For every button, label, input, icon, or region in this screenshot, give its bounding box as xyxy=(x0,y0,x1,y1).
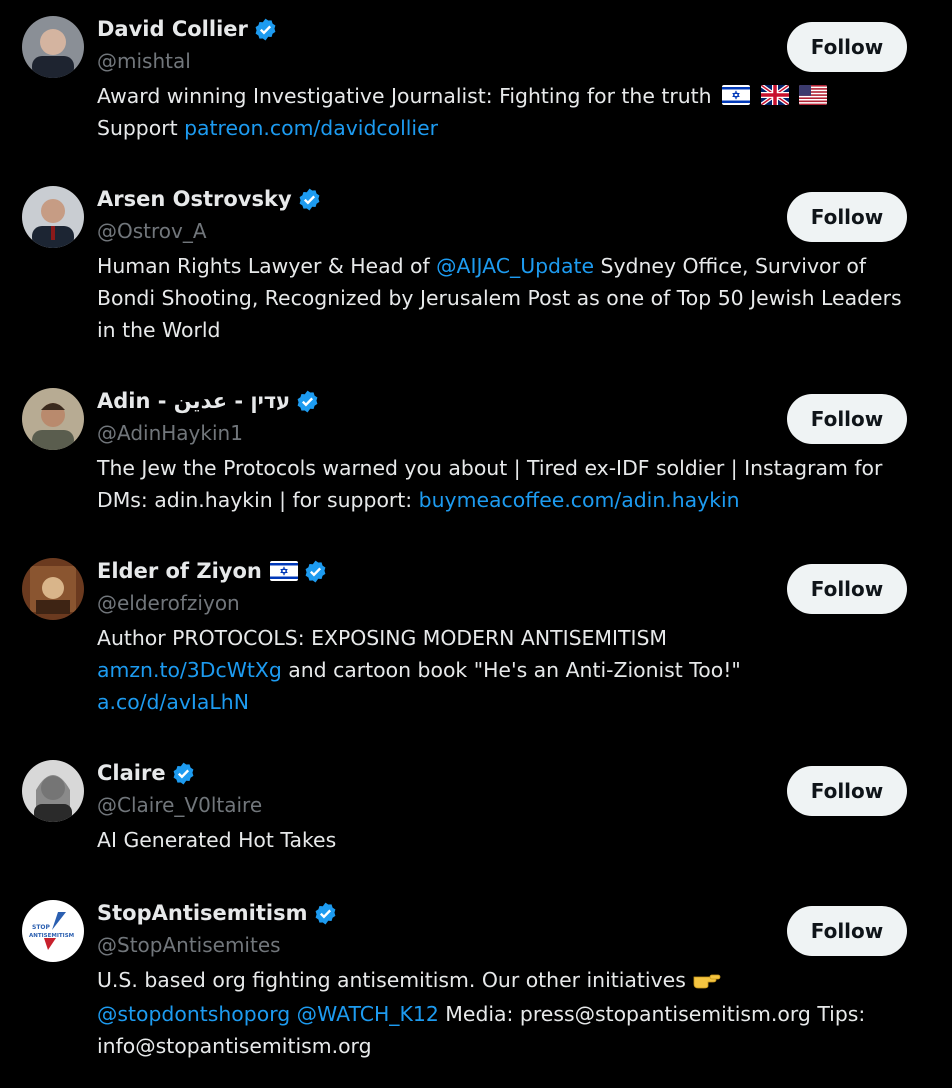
user-bio: U.S. based org fighting antisemitism. Ou… xyxy=(97,966,866,1058)
avatar-logo-text: ANTISEMITISM xyxy=(29,933,74,939)
bio-mention[interactable]: @stopdontshoporg xyxy=(97,1002,290,1026)
follow-button[interactable]: Follow xyxy=(787,394,907,444)
pointing-hand-icon xyxy=(692,966,722,998)
follow-button[interactable]: Follow xyxy=(787,22,907,72)
avatar[interactable] xyxy=(22,388,84,450)
user-bio: Human Rights Lawyer & Head of @AIJAC_Upd… xyxy=(97,254,902,342)
verified-badge-icon xyxy=(297,187,322,212)
who-to-follow-list: David Collier @mishtal Award winning Inv… xyxy=(0,0,952,1088)
avatar-logo-text: STOP xyxy=(32,924,51,931)
display-name[interactable]: Claire xyxy=(97,761,166,785)
avatar[interactable] xyxy=(22,16,84,78)
user-bio: Author PROTOCOLS: EXPOSING MODERN ANTISE… xyxy=(97,626,741,714)
user-bio: The Jew the Protocols warned you about |… xyxy=(97,456,883,512)
bio-link[interactable]: buymeacoffee.com/adin.haykin xyxy=(419,488,740,512)
avatar[interactable]: STOP ANTISEMITISM xyxy=(22,900,84,962)
follow-button[interactable]: Follow xyxy=(787,766,907,816)
bio-link[interactable]: a.co/d/avIaLhN xyxy=(97,690,249,714)
user-bio: Award winning Investigative Journalist: … xyxy=(97,80,917,144)
verified-badge-icon xyxy=(313,901,338,926)
display-name[interactable]: Elder of Ziyon xyxy=(97,559,262,583)
avatar[interactable] xyxy=(22,558,84,620)
avatar[interactable] xyxy=(22,186,84,248)
us-flag-icon xyxy=(799,85,828,105)
bio-mention[interactable]: @AIJAC_Update xyxy=(436,254,594,278)
verified-badge-icon xyxy=(253,17,278,42)
verified-badge-icon xyxy=(295,389,320,414)
israel-flag-icon xyxy=(269,561,298,581)
bio-link[interactable]: amzn.to/3DcWtXg xyxy=(97,658,282,682)
follow-button[interactable]: Follow xyxy=(787,564,907,614)
israel-flag-icon xyxy=(722,85,751,105)
avatar[interactable] xyxy=(22,760,84,822)
display-name[interactable]: Arsen Ostrovsky xyxy=(97,187,292,211)
display-name[interactable]: StopAntisemitism xyxy=(97,901,308,925)
verified-badge-icon xyxy=(171,761,196,786)
uk-flag-icon xyxy=(760,85,789,105)
bio-link[interactable]: patreon.com/davidcollier xyxy=(184,116,438,140)
user-bio: AI Generated Hot Takes xyxy=(97,828,337,852)
follow-button[interactable]: Follow xyxy=(787,192,907,242)
verified-badge-icon xyxy=(303,559,328,584)
follow-button[interactable]: Follow xyxy=(787,906,907,956)
bio-mention[interactable]: @WATCH_K12 xyxy=(297,1002,439,1026)
display-name[interactable]: David Collier xyxy=(97,17,248,41)
display-name[interactable]: Adin - עדין - عدين xyxy=(97,389,290,413)
